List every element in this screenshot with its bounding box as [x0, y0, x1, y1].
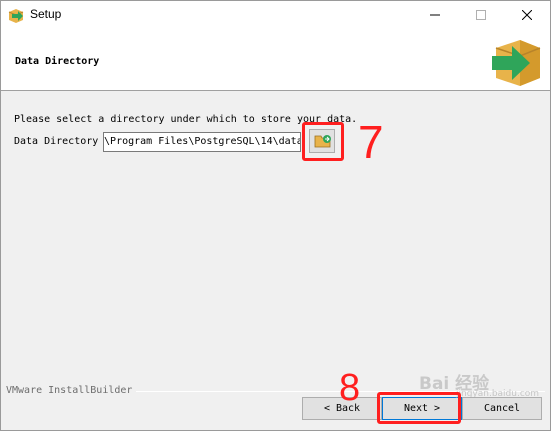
data-directory-label: Data Directory: [14, 136, 99, 147]
installbuilder-box-arrow-icon: [490, 36, 542, 88]
annotation-box-browse: [302, 122, 344, 161]
close-button[interactable]: [504, 1, 550, 29]
window-title: Setup: [30, 7, 62, 21]
watermark-url: jingyan.baidu.com: [456, 389, 540, 399]
maximize-icon: [476, 10, 486, 20]
annotation-step-8: 8: [339, 367, 361, 409]
annotation-step-7: 7: [358, 116, 384, 168]
annotation-box-next: [377, 392, 461, 424]
page-title: Data Directory: [15, 56, 100, 67]
data-directory-input[interactable]: C:\Program Files\PostgreSQL\14\data: [103, 132, 301, 152]
data-directory-value: C:\Program Files\PostgreSQL\14\data: [103, 136, 301, 147]
cancel-button[interactable]: Cancel: [462, 397, 542, 420]
maximize-button[interactable]: [458, 1, 504, 29]
installer-icon: [8, 7, 24, 23]
page-header: Data Directory: [1, 29, 550, 91]
setup-window: Setup Data Directory Please select a dir…: [0, 0, 551, 431]
close-icon: [522, 10, 532, 20]
minimize-icon: [430, 14, 440, 16]
minimize-button[interactable]: [412, 1, 458, 29]
title-bar[interactable]: Setup: [1, 1, 550, 29]
brand-label: VMware InstallBuilder: [6, 385, 137, 396]
